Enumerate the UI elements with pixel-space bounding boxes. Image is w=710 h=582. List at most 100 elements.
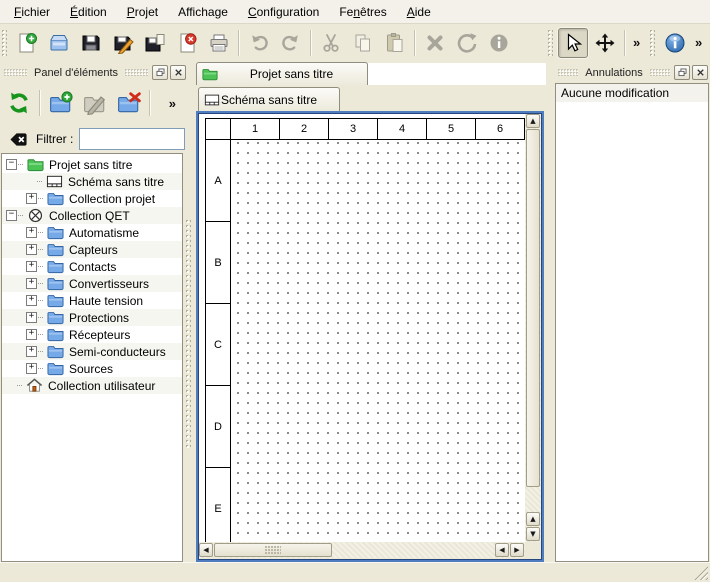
elements-tree[interactable]: −Projet sans titreSchéma sans titre+Coll… bbox=[1, 153, 183, 562]
expand-toggle[interactable]: + bbox=[26, 295, 37, 306]
undo-list-item[interactable]: Aucune modification bbox=[556, 84, 708, 102]
tree-item-recepteurs[interactable]: + Récepteurs bbox=[2, 326, 182, 343]
size-grip[interactable] bbox=[694, 566, 708, 580]
toolbar-overflow-button[interactable]: » bbox=[695, 35, 702, 50]
menu-item-edition[interactable]: Édition bbox=[60, 2, 117, 22]
vertical-scroll-thumb[interactable] bbox=[526, 129, 540, 487]
horizontal-scroll-thumb[interactable] bbox=[214, 543, 332, 557]
tree-item-convertisseurs[interactable]: +Convertisseurs bbox=[2, 275, 182, 292]
splitter-handle[interactable] bbox=[183, 60, 194, 562]
float-panel-button[interactable] bbox=[674, 65, 690, 80]
expand-toggle[interactable]: + bbox=[26, 363, 37, 374]
undo-history-list[interactable]: Aucune modification bbox=[555, 83, 709, 562]
panel-toolbar-overflow-button[interactable]: » bbox=[169, 96, 176, 111]
expand-toggle[interactable]: + bbox=[26, 193, 37, 204]
tree-item-label: Récepteurs bbox=[69, 328, 130, 342]
expand-toggle[interactable]: + bbox=[26, 278, 37, 289]
vertical-scrollbar[interactable]: ▲ ▲ ▼ bbox=[525, 114, 541, 542]
tree-item-capteurs[interactable]: +Capteurs bbox=[2, 241, 182, 258]
open-document-button[interactable] bbox=[44, 28, 74, 58]
tab-schema[interactable]: Schéma sans titre bbox=[198, 87, 340, 111]
save-all-button[interactable] bbox=[140, 28, 170, 58]
element-info-button[interactable] bbox=[484, 28, 514, 58]
schema-icon bbox=[204, 92, 221, 108]
expand-toggle[interactable]: + bbox=[26, 261, 37, 272]
menu-item-affichage[interactable]: Affichage bbox=[168, 2, 238, 22]
expand-toggle[interactable]: + bbox=[26, 312, 37, 323]
scroll-left-button[interactable]: ◀ bbox=[199, 543, 213, 557]
tree-item-haute-tension[interactable]: +Haute tension bbox=[2, 292, 182, 309]
close-panel-button[interactable] bbox=[692, 65, 708, 80]
expand-toggle[interactable]: + bbox=[26, 227, 37, 238]
elements-panel-titlebar[interactable]: Panel d'éléments bbox=[2, 63, 186, 82]
tree-item-sources[interactable]: +Sources bbox=[2, 360, 182, 377]
save-button[interactable] bbox=[76, 28, 106, 58]
scroll-right-button[interactable]: ▶ bbox=[510, 543, 524, 557]
project-tab-label: Projet sans titre bbox=[221, 67, 362, 81]
menu-item-aide[interactable]: Aide bbox=[397, 2, 441, 22]
clear-filter-button[interactable] bbox=[6, 128, 30, 150]
redo-button[interactable] bbox=[276, 28, 306, 58]
delete-category-button[interactable] bbox=[113, 87, 145, 119]
expand-toggle[interactable]: + bbox=[26, 329, 37, 340]
save-as-button[interactable] bbox=[108, 28, 138, 58]
menu-item-projet[interactable]: Projet bbox=[117, 2, 168, 22]
new-document-button[interactable] bbox=[12, 28, 42, 58]
menu-item-fenetres[interactable]: Fenêtres bbox=[329, 2, 396, 22]
delete-icon bbox=[424, 32, 446, 54]
select-tool-button[interactable] bbox=[558, 28, 588, 58]
toolbar-area: » » bbox=[0, 25, 710, 60]
scroll-down-button[interactable]: ▼ bbox=[526, 527, 540, 541]
delete-button[interactable] bbox=[420, 28, 450, 58]
menu-item-fichier[interactable]: Fichier bbox=[4, 2, 60, 22]
tree-item-collection-projet[interactable]: +Collection projet bbox=[2, 190, 182, 207]
toolbar-overflow-button[interactable]: » bbox=[633, 35, 640, 50]
new-category-button[interactable] bbox=[45, 87, 77, 119]
filter-input[interactable] bbox=[79, 128, 185, 150]
tree-item-schema-sans-titre[interactable]: Schéma sans titre bbox=[2, 173, 182, 190]
toolbar-drag-handle[interactable] bbox=[2, 30, 7, 56]
edit-category-button[interactable] bbox=[79, 87, 111, 119]
diagram-info-icon bbox=[664, 32, 686, 54]
toolbar-drag-handle[interactable] bbox=[650, 30, 655, 56]
folder-icon bbox=[46, 360, 64, 377]
float-panel-button[interactable] bbox=[152, 65, 168, 80]
tree-item-automatisme[interactable]: +Automatisme bbox=[2, 224, 182, 241]
move-tool-button[interactable] bbox=[590, 28, 620, 58]
toolbar-separator bbox=[310, 30, 312, 56]
toolbar-separator bbox=[39, 90, 41, 116]
scroll-up-button[interactable]: ▲ bbox=[526, 114, 540, 128]
status-bar bbox=[0, 562, 710, 582]
cut-button[interactable] bbox=[316, 28, 346, 58]
tree-item-collection-utilisateur[interactable]: Collection utilisateur bbox=[2, 377, 182, 394]
collapse-toggle[interactable]: − bbox=[6, 159, 17, 170]
undo-panel-titlebar[interactable]: Annulations bbox=[556, 63, 708, 82]
scroll-up-button[interactable]: ▲ bbox=[526, 512, 540, 526]
tree-item-projet-sans-titre[interactable]: −Projet sans titre bbox=[2, 156, 182, 173]
toolbar-drag-handle[interactable] bbox=[548, 30, 553, 56]
tree-item-semi-conducteurs[interactable]: +Semi-conducteurs bbox=[2, 343, 182, 360]
tree-item-contacts[interactable]: +Contacts bbox=[2, 258, 182, 275]
rotate-button[interactable] bbox=[452, 28, 482, 58]
reload-collections-button[interactable] bbox=[3, 87, 35, 119]
tab-project[interactable]: Projet sans titre bbox=[196, 62, 368, 85]
tab-bar-filler bbox=[368, 63, 546, 85]
close-document-button[interactable] bbox=[172, 28, 202, 58]
copy-button[interactable] bbox=[348, 28, 378, 58]
scroll-left-button[interactable]: ◀ bbox=[495, 543, 509, 557]
horizontal-scrollbar[interactable]: ◀ ◀ ▶ bbox=[199, 542, 525, 558]
print-button[interactable] bbox=[204, 28, 234, 58]
tree-item-collection-qet[interactable]: −Collection QET bbox=[2, 207, 182, 224]
menu-item-configuration[interactable]: Configuration bbox=[238, 2, 329, 22]
diagram-canvas[interactable]: 123456 ABCDE bbox=[199, 114, 525, 542]
tree-item-protections[interactable]: +Protections bbox=[2, 309, 182, 326]
expand-toggle[interactable]: + bbox=[26, 346, 37, 357]
paste-button[interactable] bbox=[380, 28, 410, 58]
expand-toggle[interactable]: + bbox=[26, 244, 37, 255]
project-tab-bar: Projet sans titre bbox=[194, 61, 546, 85]
collapse-toggle[interactable]: − bbox=[6, 210, 17, 221]
row-label-column: ABCDE bbox=[206, 140, 525, 542]
tree-guide-line bbox=[38, 283, 43, 284]
diagram-info-button[interactable] bbox=[660, 28, 690, 58]
undo-button[interactable] bbox=[244, 28, 274, 58]
